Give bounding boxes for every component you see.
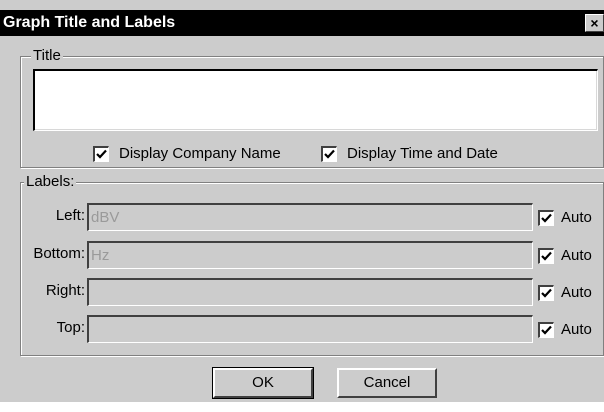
bottom-auto-checkbox[interactable]: Auto xyxy=(538,247,592,265)
title-group-legend: Title xyxy=(31,47,63,65)
left-auto-checkbox[interactable]: Auto xyxy=(538,209,592,227)
check-icon xyxy=(541,288,552,298)
bottom-auto-check[interactable] xyxy=(538,248,554,264)
title-input[interactable] xyxy=(33,69,598,131)
ok-button[interactable]: OK xyxy=(212,367,314,399)
display-time-and-date-checkbox[interactable]: Display Time and Date xyxy=(321,145,498,163)
bottom-auto-label: Auto xyxy=(561,247,592,264)
top-auto-check[interactable] xyxy=(538,322,554,338)
left-label-input[interactable]: dBV xyxy=(87,203,533,231)
top-auto-label: Auto xyxy=(561,321,592,338)
right-auto-checkbox[interactable]: Auto xyxy=(538,284,592,302)
top-auto-checkbox[interactable]: Auto xyxy=(538,321,592,339)
top-label-input[interactable] xyxy=(87,315,533,343)
labels-group-legend: Labels: xyxy=(24,173,77,191)
close-icon: × xyxy=(590,15,599,31)
bottom-label-input[interactable]: Hz xyxy=(87,241,533,269)
left-auto-check[interactable] xyxy=(538,210,554,226)
check-icon xyxy=(541,251,552,261)
title-bar[interactable]: Graph Title and Labels × xyxy=(0,10,604,36)
bottom-edge xyxy=(0,402,604,412)
check-icon xyxy=(96,149,107,159)
dialog-title: Graph Title and Labels xyxy=(3,14,176,31)
cancel-button[interactable]: Cancel xyxy=(337,368,437,398)
bottom-label: Bottom: xyxy=(33,245,85,262)
right-label-input[interactable] xyxy=(87,278,533,306)
display-company-name-label: Display Company Name xyxy=(119,145,281,162)
check-icon xyxy=(324,149,335,159)
top-label: Top: xyxy=(56,319,85,336)
right-auto-label: Auto xyxy=(561,284,592,301)
graph-title-and-labels-dialog: Graph Title and Labels × Title Display C… xyxy=(0,0,604,412)
display-time-and-date-label: Display Time and Date xyxy=(347,145,498,162)
check-icon xyxy=(541,213,552,223)
left-label: Left: xyxy=(55,207,85,224)
display-time-and-date-check[interactable] xyxy=(321,146,337,162)
display-company-name-check[interactable] xyxy=(93,146,109,162)
right-label: Right: xyxy=(45,282,85,299)
display-company-name-checkbox[interactable]: Display Company Name xyxy=(93,145,281,163)
check-icon xyxy=(541,325,552,335)
close-button[interactable]: × xyxy=(585,14,604,32)
right-auto-check[interactable] xyxy=(538,285,554,301)
left-auto-label: Auto xyxy=(561,209,592,226)
